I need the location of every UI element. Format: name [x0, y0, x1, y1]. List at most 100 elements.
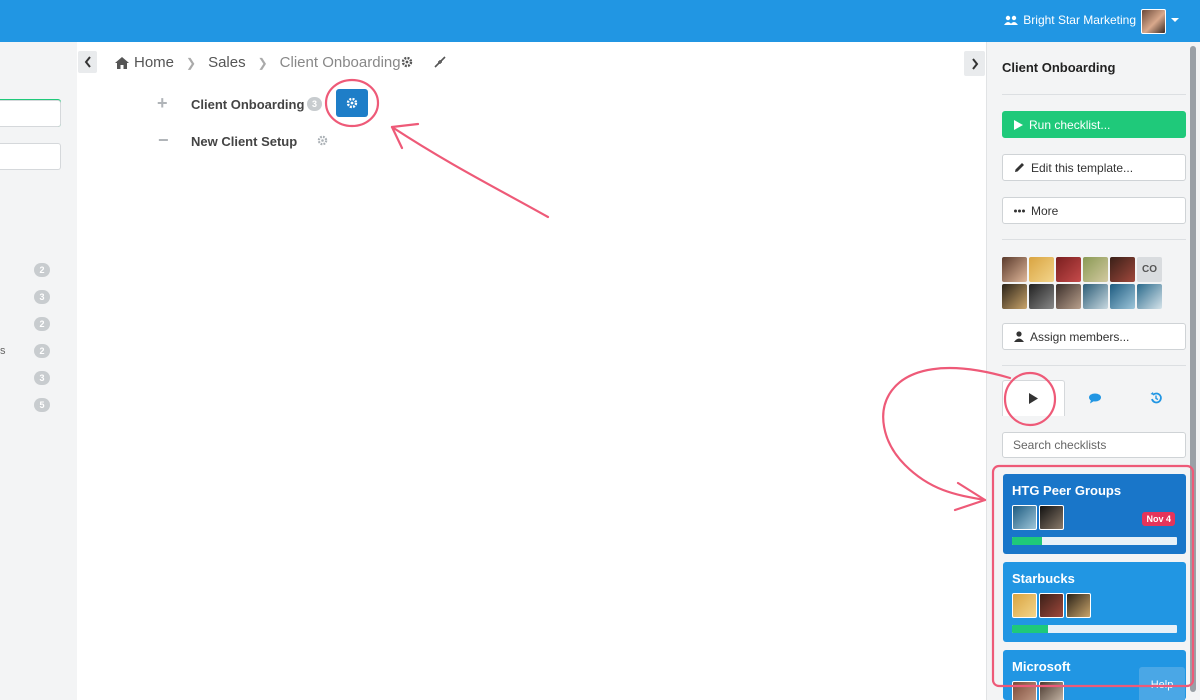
avatar[interactable]	[1012, 681, 1037, 700]
annotation-arrow	[390, 125, 550, 219]
collapse-left-button[interactable]	[78, 51, 97, 73]
checklist-card[interactable]: HTG Peer Groups Nov 4	[1003, 474, 1186, 554]
help-button[interactable]: Help	[1139, 667, 1185, 700]
play-icon	[1028, 393, 1038, 404]
annotation-arrowhead	[390, 122, 420, 150]
users-icon	[1004, 15, 1019, 25]
collapse-right-button[interactable]	[964, 51, 985, 76]
user-avatar[interactable]	[1141, 9, 1166, 34]
avatar[interactable]	[1083, 257, 1108, 282]
breadcrumb-home[interactable]: Home	[115, 54, 174, 71]
compress-icon[interactable]	[434, 56, 446, 71]
breadcrumb-sales[interactable]: Sales	[208, 54, 246, 71]
avatar[interactable]: CO	[1137, 257, 1162, 282]
organization-name: Bright Star Marketing	[1023, 13, 1136, 27]
progress-bar	[1012, 625, 1177, 633]
expand-toggle[interactable]: +	[157, 93, 168, 114]
avatar[interactable]	[1110, 257, 1135, 282]
progress-fill	[1012, 537, 1042, 545]
chevron-right-icon	[971, 57, 978, 70]
divider	[1002, 239, 1186, 240]
breadcrumb-home-label: Home	[134, 54, 175, 71]
avatar[interactable]	[1002, 257, 1027, 282]
avatar[interactable]	[1056, 257, 1081, 282]
user-icon	[1014, 331, 1024, 342]
chevron-right-icon: ❯	[257, 55, 268, 70]
run-checklist-button[interactable]: Run checklist...	[1002, 111, 1186, 138]
sidebar-input[interactable]	[0, 100, 61, 127]
top-bar: Bright Star Marketing	[0, 0, 1200, 42]
count-badge: 2	[34, 263, 50, 277]
gear-icon	[346, 97, 358, 109]
member-avatars: CO	[1002, 257, 1172, 309]
run-checklist-label: Run checklist...	[1029, 117, 1111, 132]
avatar[interactable]	[1056, 284, 1081, 309]
panel-title: Client Onboarding	[1002, 60, 1116, 75]
template-name[interactable]: New Client Setup	[191, 134, 297, 149]
avatar[interactable]	[1012, 505, 1037, 530]
avatar[interactable]	[1002, 284, 1027, 309]
avatar[interactable]	[1039, 681, 1064, 700]
count-badge: 2	[34, 317, 50, 331]
play-icon	[1014, 119, 1023, 130]
due-date-badge: Nov 4	[1142, 512, 1175, 526]
folder-settings-button[interactable]	[336, 89, 368, 117]
ellipsis-icon	[1014, 209, 1025, 212]
count-badge: 2	[34, 344, 50, 358]
progress-fill	[1012, 625, 1049, 633]
comments-icon	[1088, 393, 1101, 403]
left-sidebar: 2 3 2 2 3 5 s	[0, 42, 77, 700]
assign-members-label: Assign members...	[1030, 329, 1130, 344]
breadcrumb-current: Client Onboarding	[279, 54, 401, 71]
edit-template-button[interactable]: Edit this template...	[1002, 154, 1186, 181]
chevron-right-icon: ❯	[186, 55, 197, 70]
chevron-left-icon	[84, 56, 91, 68]
chevron-down-icon[interactable]	[1171, 18, 1179, 22]
checklist-assignees	[1012, 505, 1064, 530]
count-badge: 3	[34, 290, 50, 304]
folder-name[interactable]: Client Onboarding	[191, 97, 304, 112]
panel-tabs	[1002, 380, 1186, 416]
checklist-card[interactable]: Starbucks	[1003, 562, 1186, 642]
breadcrumb: Home ❯ Sales ❯ Client Onboarding	[115, 54, 401, 71]
count-badge: 5	[34, 398, 50, 412]
avatar[interactable]	[1137, 284, 1162, 309]
gear-icon[interactable]	[401, 56, 413, 71]
history-icon	[1150, 392, 1162, 404]
divider	[1002, 94, 1186, 95]
organization-switcher[interactable]: Bright Star Marketing	[1004, 13, 1136, 27]
home-icon	[115, 56, 129, 69]
avatar[interactable]	[1039, 505, 1064, 530]
avatar[interactable]	[1066, 593, 1091, 618]
avatar[interactable]	[1039, 593, 1064, 618]
checklist-name: Microsoft	[1012, 659, 1071, 674]
progress-bar	[1012, 537, 1177, 545]
avatar[interactable]	[1012, 593, 1037, 618]
more-button[interactable]: More	[1002, 197, 1186, 224]
avatar[interactable]	[1029, 257, 1054, 282]
pencil-icon	[1015, 163, 1024, 172]
scrollbar[interactable]	[1190, 46, 1196, 692]
tab-history[interactable]	[1125, 380, 1186, 416]
assign-members-button[interactable]: Assign members...	[1002, 323, 1186, 350]
checklist-name: HTG Peer Groups	[1012, 483, 1122, 498]
count-badge: 3	[34, 371, 50, 385]
checklist-assignees	[1012, 593, 1091, 618]
avatar[interactable]	[1083, 284, 1108, 309]
search-checklists-input[interactable]	[1002, 432, 1186, 458]
divider	[1002, 365, 1186, 366]
tab-checklists[interactable]	[1002, 380, 1065, 416]
sidebar-item-label: s	[0, 345, 6, 357]
annotation-arrowhead	[953, 481, 987, 512]
edit-template-label: Edit this template...	[1031, 160, 1134, 175]
more-label: More	[1031, 203, 1059, 218]
gear-icon[interactable]	[317, 134, 328, 149]
checklist-name: Starbucks	[1012, 571, 1075, 586]
checklist-assignees	[1012, 681, 1064, 700]
sidebar-input[interactable]	[0, 143, 61, 170]
collapse-toggle[interactable]: −	[158, 130, 169, 151]
folder-count-badge: 3	[307, 97, 322, 111]
avatar[interactable]	[1029, 284, 1054, 309]
avatar[interactable]	[1110, 284, 1135, 309]
tab-comments[interactable]	[1065, 380, 1126, 416]
